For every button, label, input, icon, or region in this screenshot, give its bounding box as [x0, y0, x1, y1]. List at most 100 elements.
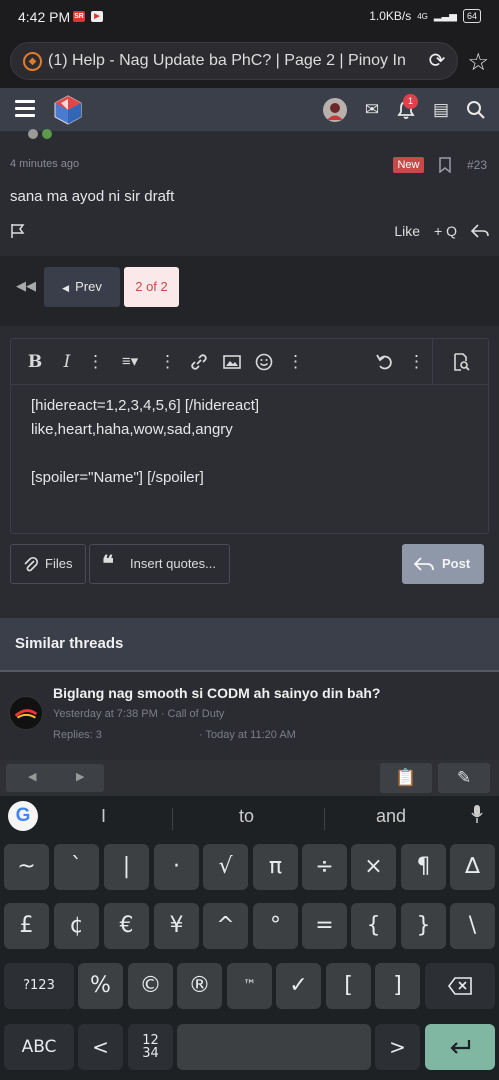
key[interactable]: ¶ — [401, 844, 446, 890]
key[interactable]: × — [351, 844, 396, 890]
editor-content[interactable]: [hidereact=1,2,3,4,5,6] [/hidereact] lik… — [31, 394, 259, 490]
post-message: 4 minutes ago New #23 sana ma ayod ni si… — [0, 129, 499, 256]
similar-threads-title: Similar threads — [15, 635, 124, 652]
bookmark-icon[interactable] — [438, 157, 452, 173]
report-flag-icon[interactable] — [10, 223, 26, 239]
key[interactable]: ¥ — [154, 903, 199, 949]
thread-author-avatar[interactable] — [9, 696, 43, 730]
abc-key[interactable]: ABC — [4, 1024, 74, 1070]
network-speed: 1.0KB/s — [369, 9, 412, 23]
key[interactable]: ~ — [4, 844, 49, 890]
page-nav: ◀◀ ◀ Prev 2 of 2 — [0, 256, 499, 326]
search-icon[interactable] — [465, 99, 487, 121]
menu-icon[interactable] — [15, 100, 35, 118]
more-insert-options-icon[interactable]: ⋮ — [287, 351, 304, 373]
key[interactable]: % — [78, 963, 123, 1009]
key[interactable]: ® — [177, 963, 222, 1009]
suggestion-divider — [324, 808, 325, 830]
star-icon[interactable]: ☆ — [467, 48, 489, 77]
space-key[interactable] — [177, 1024, 371, 1070]
key[interactable]: | — [104, 844, 149, 890]
smiley-icon[interactable] — [254, 351, 274, 373]
undo-icon[interactable] — [375, 351, 395, 373]
key[interactable]: £ — [4, 903, 49, 949]
key[interactable]: > — [375, 1024, 420, 1070]
key[interactable]: = — [302, 903, 347, 949]
current-page-button[interactable]: 2 of 2 — [124, 267, 179, 307]
key[interactable]: ∆ — [450, 844, 495, 890]
prev-page-button[interactable]: ◀ Prev — [44, 267, 120, 307]
similar-threads-header: Similar threads — [0, 618, 499, 672]
thread-meta: Yesterday at 7:38 PM · Call of Duty — [53, 708, 225, 720]
reload-icon[interactable]: ⟳ — [425, 49, 449, 73]
key[interactable]: ` — [54, 844, 99, 890]
key[interactable]: } — [401, 903, 446, 949]
rich-text-editor[interactable]: B I ⋮ ≡▾ ⋮ ⋮ ⋮ [hidereact=1,2,3,4,5,6] [… — [10, 338, 489, 534]
key[interactable]: ^ — [203, 903, 248, 949]
post-number[interactable]: #23 — [467, 158, 487, 172]
key[interactable]: [ — [326, 963, 371, 1009]
edit-icon[interactable]: ✎ — [438, 763, 490, 793]
post-time[interactable]: 4 minutes ago — [10, 158, 79, 170]
insert-quotes-button[interactable]: ❝ Insert quotes... — [89, 544, 230, 584]
more-history-options-icon[interactable]: ⋮ — [408, 351, 425, 373]
reply-icon[interactable] — [471, 223, 489, 239]
document-icon[interactable]: ▤ — [430, 99, 452, 121]
key[interactable]: π — [253, 844, 298, 890]
multi-quote-button[interactable]: + Q — [434, 223, 457, 239]
signal-icon: ▂▃▅ — [433, 10, 457, 22]
attach-files-button[interactable]: Files — [10, 544, 86, 584]
thread-title[interactable]: Biglang nag smooth si CODM ah sainyo din… — [53, 685, 380, 701]
suggestion-2[interactable]: to — [239, 806, 254, 827]
key[interactable]: · — [154, 844, 199, 890]
prev-field-icon[interactable]: ◀ — [28, 770, 36, 783]
similar-thread-item[interactable]: Biglang nag smooth si CODM ah sainyo din… — [0, 672, 499, 760]
page-title[interactable]: (1) Help - Nag Update ba PhC? | Page 2 |… — [48, 52, 416, 70]
image-icon[interactable] — [222, 351, 242, 373]
symbols-toggle-key[interactable]: ?123 — [4, 963, 74, 1009]
post-body: sana ma ayod ni sir draft — [10, 188, 175, 205]
key[interactable]: © — [128, 963, 173, 1009]
form-nav-arrows: ◀ ▶ — [6, 764, 104, 792]
align-icon[interactable]: ≡▾ — [115, 351, 145, 373]
first-page-icon[interactable]: ◀◀ — [16, 278, 36, 294]
key[interactable]: ™ — [227, 963, 272, 1009]
bold-icon[interactable]: B — [25, 351, 45, 373]
italic-icon[interactable]: I — [57, 351, 77, 373]
post-reply-button[interactable]: Post — [402, 544, 484, 584]
clipboard-icon[interactable]: 📋 — [380, 763, 432, 793]
caret-left-icon: ◀ — [62, 283, 70, 293]
backspace-key[interactable] — [425, 963, 495, 1009]
site-logo-icon[interactable] — [52, 94, 84, 126]
google-icon[interactable]: G — [8, 801, 38, 831]
like-button[interactable]: Like — [394, 223, 420, 239]
key[interactable]: ° — [253, 903, 298, 949]
numbers-key[interactable]: 12 34 — [128, 1024, 173, 1070]
link-icon[interactable] — [189, 351, 209, 373]
status-right: 1.0KB/s 4G ▂▃▅ 64 — [369, 9, 481, 23]
more-text-options-icon[interactable]: ⋮ — [87, 351, 104, 373]
preview-icon[interactable] — [451, 351, 471, 373]
key[interactable]: < — [78, 1024, 123, 1070]
key[interactable]: € — [104, 903, 149, 949]
enter-key[interactable] — [425, 1024, 495, 1070]
reaction-icons — [28, 126, 58, 139]
key[interactable]: ¢ — [54, 903, 99, 949]
suggestion-1[interactable]: I — [101, 806, 106, 827]
key[interactable]: ÷ — [302, 844, 347, 890]
browser-url-bar: ◆ (1) Help - Nag Update ba PhC? | Page 2… — [0, 36, 499, 88]
user-avatar[interactable] — [323, 98, 347, 122]
key[interactable]: ✓ — [276, 963, 321, 1009]
more-paragraph-options-icon[interactable]: ⋮ — [159, 351, 176, 373]
site-security-icon[interactable]: ◆ — [23, 52, 42, 71]
next-field-icon[interactable]: ▶ — [76, 770, 84, 783]
mail-icon[interactable]: ✉ — [361, 99, 383, 121]
key[interactable]: √ — [203, 844, 248, 890]
key[interactable]: ] — [375, 963, 420, 1009]
mic-icon[interactable] — [471, 804, 483, 824]
insert-quotes-label: Insert quotes... — [130, 556, 216, 571]
key[interactable]: \ — [450, 903, 495, 949]
key[interactable]: { — [351, 903, 396, 949]
address-field[interactable]: ◆ (1) Help - Nag Update ba PhC? | Page 2… — [10, 42, 458, 80]
suggestion-3[interactable]: and — [376, 806, 406, 827]
